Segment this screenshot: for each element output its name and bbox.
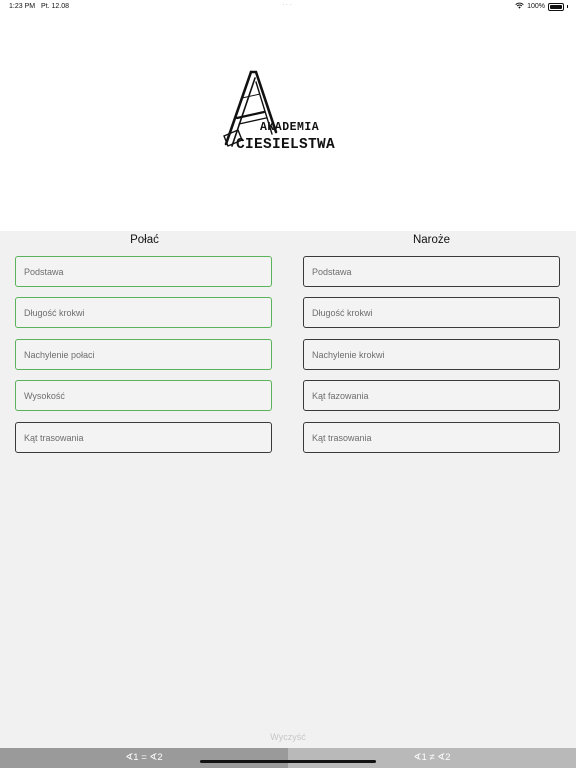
wifi-icon	[515, 2, 524, 11]
field-polac-podstawa[interactable]	[15, 256, 272, 287]
logo: AKADEMIA CIESIELSTWA	[220, 68, 356, 154]
status-right: 100%	[515, 2, 568, 11]
status-time: 1:23 PM	[9, 3, 36, 10]
field-polac-wysokosc[interactable]	[15, 380, 272, 411]
tab-unequal-angles[interactable]: ∢1 ≠ ∢2	[288, 748, 576, 768]
kat-trasowania-input[interactable]	[16, 423, 271, 452]
tab-bar: ∢1 = ∢2 ∢1 ≠ ∢2	[0, 748, 576, 768]
field-polac-nachylenie[interactable]	[15, 339, 272, 370]
nachylenie-krokwi-input[interactable]	[304, 340, 559, 369]
wysokosc-input[interactable]	[16, 381, 271, 410]
battery-percent: 100%	[527, 3, 545, 10]
battery-icon	[548, 2, 564, 11]
naroze-dlugosc-krokwi-input[interactable]	[304, 298, 559, 327]
field-naroze-kat-fazowania[interactable]	[303, 380, 560, 411]
logo-line-1: AKADEMIA	[260, 121, 319, 134]
clear-button[interactable]: Wyczyść	[248, 732, 328, 742]
tab-equal-angles[interactable]: ∢1 = ∢2	[0, 748, 288, 768]
field-naroze-podstawa[interactable]	[303, 256, 560, 287]
podstawa-input[interactable]	[16, 257, 271, 286]
kat-fazowania-input[interactable]	[304, 381, 559, 410]
naroze-kat-trasowania-input[interactable]	[304, 423, 559, 452]
home-indicator[interactable]	[200, 760, 376, 763]
column-title-polac: Połać	[130, 234, 159, 246]
status-date: Pt. 12.08	[41, 3, 70, 10]
multitasking-dots[interactable]: ···	[282, 0, 293, 9]
field-polac-kat-trasowania[interactable]	[15, 422, 272, 453]
field-naroze-dlugosc-krokwi[interactable]	[303, 297, 560, 328]
naroze-podstawa-input[interactable]	[304, 257, 559, 286]
status-bar: 1:23 PM Pt. 12.08 ··· 100%	[0, 0, 576, 14]
logo-line-2: CIESIELSTWA	[236, 137, 335, 153]
column-title-naroze: Naroże	[412, 234, 451, 246]
field-naroze-nachylenie-krokwi[interactable]	[303, 339, 560, 370]
nachylenie-polaci-input[interactable]	[16, 340, 271, 369]
field-naroze-kat-trasowania[interactable]	[303, 422, 560, 453]
field-polac-dlugosc-krokwi[interactable]	[15, 297, 272, 328]
header: AKADEMIA CIESIELSTWA	[0, 14, 576, 231]
dlugosc-krokwi-input[interactable]	[16, 298, 271, 327]
